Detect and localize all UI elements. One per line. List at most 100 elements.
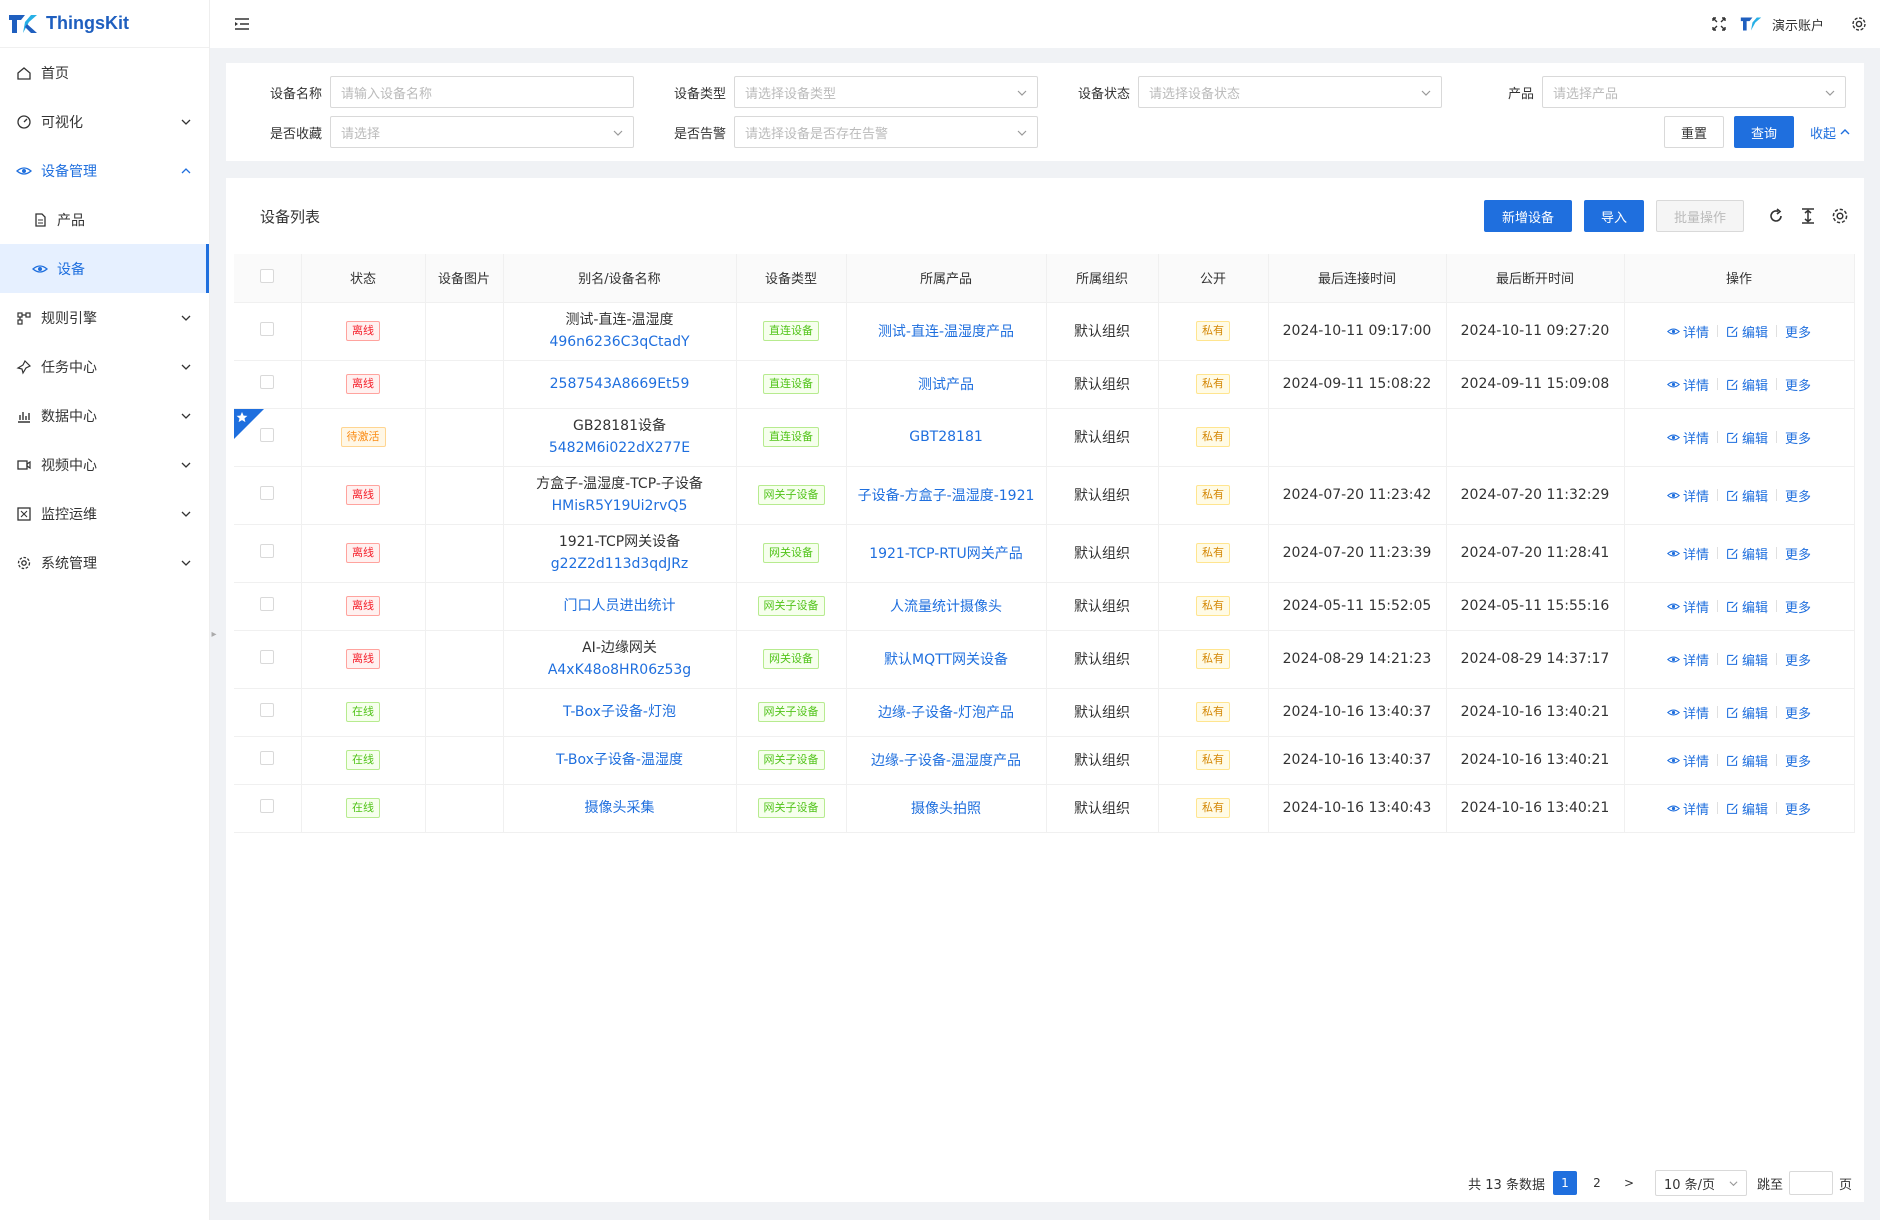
more-link[interactable]: 更多	[1785, 751, 1811, 770]
batch-operation-button[interactable]: 批量操作	[1656, 200, 1744, 232]
collapse-link[interactable]: 收起	[1810, 123, 1850, 142]
row-checkbox[interactable]	[260, 486, 275, 500]
product-link[interactable]: 默认MQTT网关设备	[884, 652, 1008, 668]
logo[interactable]: ThingsKit	[0, 0, 209, 48]
settings-gear-icon[interactable]	[1850, 15, 1868, 33]
device-type-select[interactable]: 请选择设备类型	[734, 76, 1038, 108]
more-link[interactable]: 更多	[1785, 428, 1811, 447]
alarm-select[interactable]: 请选择设备是否存在告警	[734, 116, 1038, 148]
device-name-link[interactable]: 2587543A8669Et59	[504, 373, 736, 395]
edit-link[interactable]: 编辑	[1726, 703, 1768, 722]
detail-link[interactable]: 详情	[1666, 799, 1709, 818]
device-name-link[interactable]: 496n6236C3qCtadY	[504, 331, 736, 353]
product-link[interactable]: GBT28181	[909, 429, 983, 445]
more-link[interactable]: 更多	[1785, 544, 1811, 563]
edit-link[interactable]: 编辑	[1726, 375, 1768, 394]
sidebar-item-1[interactable]: 可视化	[0, 97, 209, 146]
detail-link[interactable]: 详情	[1666, 703, 1709, 722]
page-button-1[interactable]: 1	[1552, 1171, 1577, 1195]
query-button[interactable]: 查询	[1733, 116, 1794, 148]
sidebar-item-3[interactable]: 产品	[0, 195, 209, 244]
sidebar-item-2[interactable]: 设备管理	[0, 146, 209, 195]
device-name-link[interactable]: A4xK48o8HR06z53g	[504, 659, 736, 681]
row-checkbox[interactable]	[260, 597, 275, 611]
sidebar-item-10[interactable]: 系统管理	[0, 538, 209, 587]
edit-link[interactable]: 编辑	[1726, 544, 1768, 563]
product-link[interactable]: 摄像头拍照	[911, 801, 981, 817]
favorite-select[interactable]: 请选择	[330, 116, 634, 148]
product-link[interactable]: 测试-直连-温湿度产品	[878, 324, 1014, 340]
reset-button[interactable]: 重置	[1663, 116, 1724, 148]
row-checkbox[interactable]	[260, 650, 275, 664]
sidebar-item-7[interactable]: 数据中心	[0, 391, 209, 440]
more-link[interactable]: 更多	[1785, 375, 1811, 394]
detail-link[interactable]: 详情	[1666, 544, 1709, 563]
more-link[interactable]: 更多	[1785, 597, 1811, 616]
sidebar-collapse-handle[interactable]: ▸	[210, 626, 218, 642]
product-link[interactable]: 子设备-方盒子-温湿度-1921	[858, 488, 1035, 504]
next-page-button[interactable]: >	[1617, 1171, 1641, 1195]
product-link[interactable]: 边缘-子设备-灯泡产品	[878, 705, 1014, 721]
column-header[interactable]: 别名/设备名称	[503, 254, 737, 303]
more-link[interactable]: 更多	[1785, 703, 1811, 722]
page-size-select[interactable]: 10 条/页	[1654, 1170, 1747, 1196]
column-header[interactable]: 所属组织	[1046, 254, 1159, 303]
more-link[interactable]: 更多	[1785, 322, 1811, 341]
sidebar-item-5[interactable]: 规则引擎	[0, 293, 209, 342]
sidebar-item-0[interactable]: 首页	[0, 48, 209, 97]
detail-link[interactable]: 详情	[1666, 428, 1709, 447]
edit-link[interactable]: 编辑	[1726, 428, 1768, 447]
device-name-link[interactable]: 摄像头采集	[504, 797, 736, 819]
sidebar-item-8[interactable]: 视频中心	[0, 440, 209, 489]
row-checkbox[interactable]	[260, 375, 275, 389]
row-checkbox[interactable]	[260, 322, 275, 336]
add-device-button[interactable]: 新增设备	[1484, 200, 1572, 232]
product-link[interactable]: 测试产品	[918, 377, 974, 393]
device-name-input[interactable]: 请输入设备名称	[330, 76, 634, 108]
sidebar-item-9[interactable]: 监控运维	[0, 489, 209, 538]
more-link[interactable]: 更多	[1785, 650, 1811, 669]
column-header[interactable]: 公开	[1158, 254, 1269, 303]
detail-link[interactable]: 详情	[1666, 486, 1709, 505]
more-link[interactable]: 更多	[1785, 799, 1811, 818]
edit-link[interactable]: 编辑	[1726, 799, 1768, 818]
detail-link[interactable]: 详情	[1666, 650, 1709, 669]
product-link[interactable]: 1921-TCP-RTU网关产品	[869, 546, 1023, 562]
page-button-2[interactable]: 2	[1585, 1171, 1609, 1195]
edit-link[interactable]: 编辑	[1726, 486, 1768, 505]
column-header[interactable]: 操作	[1624, 254, 1855, 303]
sidebar-item-4[interactable]: 设备	[0, 244, 209, 293]
detail-link[interactable]: 详情	[1666, 597, 1709, 616]
device-name-link[interactable]: HMisR5Y19Ui2rvQ5	[504, 495, 736, 517]
device-name-link[interactable]: T-Box子设备-灯泡	[504, 701, 736, 723]
column-header[interactable]: 最后连接时间	[1268, 254, 1447, 303]
row-checkbox[interactable]	[260, 751, 275, 765]
fullscreen-icon[interactable]	[1710, 15, 1728, 33]
device-name-link[interactable]: g22Z2d113d3qdJRz	[504, 553, 736, 575]
row-checkbox[interactable]	[260, 703, 275, 717]
select-all-checkbox[interactable]	[260, 268, 275, 283]
column-header[interactable]: 设备类型	[736, 254, 847, 303]
column-settings-icon[interactable]	[1830, 206, 1850, 226]
more-link[interactable]: 更多	[1785, 486, 1811, 505]
row-checkbox[interactable]	[260, 544, 275, 558]
import-button[interactable]: 导入	[1584, 200, 1644, 232]
detail-link[interactable]: 详情	[1666, 375, 1709, 394]
detail-link[interactable]: 详情	[1666, 751, 1709, 770]
column-header[interactable]: 所属产品	[846, 254, 1047, 303]
column-header[interactable]: 设备图片	[425, 254, 504, 303]
detail-link[interactable]: 详情	[1666, 322, 1709, 341]
column-height-icon[interactable]	[1798, 206, 1818, 226]
edit-link[interactable]: 编辑	[1726, 751, 1768, 770]
favorite-star-icon[interactable]	[234, 408, 264, 439]
device-name-link[interactable]: 门口人员进出统计	[504, 595, 736, 617]
user-menu[interactable]: 演示账户	[1740, 15, 1824, 34]
jump-page-input[interactable]	[1788, 1171, 1833, 1195]
device-name-link[interactable]: T-Box子设备-温湿度	[504, 749, 736, 771]
refresh-icon[interactable]	[1766, 206, 1786, 226]
row-checkbox[interactable]	[260, 799, 275, 813]
column-header[interactable]: 状态	[301, 254, 426, 303]
device-name-link[interactable]: 5482M6i022dX277E	[504, 437, 736, 459]
product-link[interactable]: 边缘-子设备-温湿度产品	[871, 753, 1021, 769]
sidebar-item-6[interactable]: 任务中心	[0, 342, 209, 391]
